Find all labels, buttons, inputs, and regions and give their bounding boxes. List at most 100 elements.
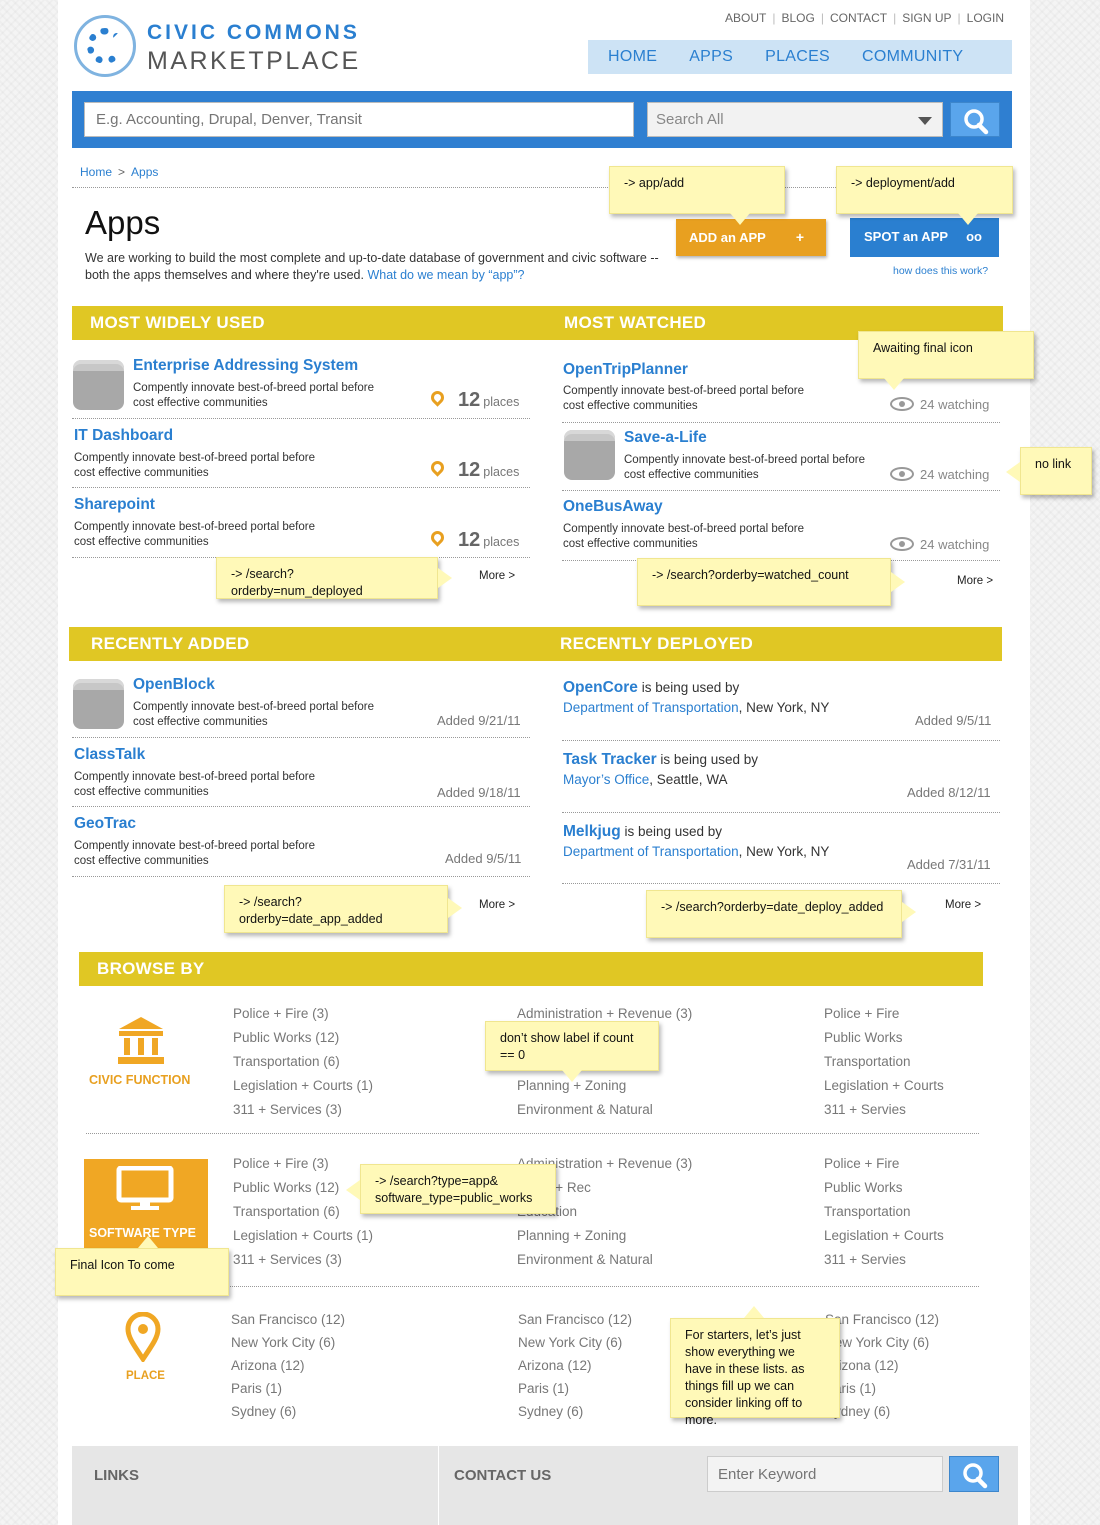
browse-link[interactable]: Sydney (6) [518, 1400, 632, 1423]
note-arrow [891, 572, 905, 592]
most-used-title[interactable]: IT Dashboard [74, 427, 173, 445]
recently-added-title[interactable]: GeoTrac [74, 815, 136, 833]
most-watched-title[interactable]: OneBusAway [563, 498, 663, 516]
logo-icon[interactable] [74, 15, 136, 77]
browse-link[interactable]: Transportation [824, 1050, 944, 1074]
most-used-title[interactable]: Enterprise Addressing System [133, 357, 358, 375]
browse-link[interactable]: Environment & Natural [517, 1098, 692, 1122]
most-watched-title[interactable]: OpenTripPlanner [563, 361, 688, 379]
browse-link[interactable]: Legislation + Courts [824, 1074, 944, 1098]
deployment-verb: is being used by [660, 752, 758, 767]
recently-added-more-link[interactable]: More > [479, 899, 515, 911]
browse-link[interactable]: Police + Fire (3) [233, 1152, 373, 1176]
most-used-title[interactable]: Sharepoint [74, 496, 155, 514]
browse-link[interactable]: Legislation + Courts (1) [233, 1224, 373, 1248]
browse-link[interactable]: Transportation (6) [233, 1200, 373, 1224]
nav-home[interactable]: HOME [608, 48, 657, 66]
search-button[interactable] [950, 102, 1000, 137]
browse-link[interactable]: Arizona (12) [518, 1354, 632, 1377]
recently-deployed-more-link[interactable]: More > [945, 899, 981, 911]
browse-link[interactable]: San Francisco (12) [518, 1308, 632, 1331]
browse-link[interactable]: Public Works [824, 1026, 944, 1050]
logo-title[interactable]: CIVIC COMMONS [147, 21, 360, 45]
browse-link[interactable]: 311 + Servies [824, 1248, 944, 1272]
deployment-location: , New York, NY [738, 700, 830, 715]
browse-link[interactable]: Legislation + Courts [824, 1224, 944, 1248]
add-app-button[interactable]: ADD an APP + [676, 219, 826, 256]
recently-added-title[interactable]: ClassTalk [74, 746, 145, 764]
deployment-app-link[interactable]: Melkjug [563, 823, 621, 840]
app-thumbnail[interactable] [564, 430, 615, 480]
browse-link[interactable]: Paris (1) [231, 1377, 345, 1400]
add-app-label: ADD an APP [689, 230, 766, 245]
note-arrow [902, 902, 916, 922]
location-pin-icon [125, 1312, 161, 1362]
most-watched-title[interactable]: Save-a-Life [624, 429, 707, 447]
deployment-org-link[interactable]: Department of Transportation [563, 844, 739, 859]
recently-added-title[interactable]: OpenBlock [133, 676, 215, 694]
contact-link[interactable]: CONTACT [824, 11, 893, 25]
browse-link[interactable]: Police + Fire (3) [233, 1002, 373, 1026]
browse-link[interactable]: 311 + Services (3) [233, 1248, 373, 1272]
breadcrumb-home[interactable]: Home [80, 165, 112, 179]
added-date: Added 9/18/11 [437, 785, 521, 800]
browse-link[interactable]: Arizona (12) [825, 1354, 939, 1377]
browse-link[interactable]: Sydney (6) [825, 1400, 939, 1423]
browse-link[interactable]: Paris (1) [518, 1377, 632, 1400]
deployment-org-row: Mayor’s Office, Seattle, WA [563, 772, 728, 787]
how-does-this-work-link[interactable]: how does this work? [893, 265, 988, 277]
login-link[interactable]: LOGIN [961, 11, 1010, 25]
footer-search-button[interactable] [949, 1456, 999, 1492]
browse-link[interactable]: Transportation (6) [233, 1050, 373, 1074]
deployment-app-link[interactable]: OpenCore [563, 679, 638, 696]
browse-link[interactable]: 311 + Servies [824, 1098, 944, 1122]
most-used-more-link[interactable]: More > [479, 570, 515, 582]
app-thumbnail[interactable] [73, 360, 124, 410]
note-arrow [1006, 462, 1020, 482]
browse-link[interactable]: New York City (6) [231, 1331, 345, 1354]
page-title: Apps [85, 204, 161, 241]
note-arrow [438, 568, 452, 588]
app-thumbnail[interactable] [73, 679, 124, 729]
watching-count: 24 watching [920, 467, 990, 482]
binoculars-icon: oo [966, 229, 982, 244]
browse-link[interactable]: San Francisco (12) [825, 1308, 939, 1331]
browse-link[interactable]: Police + Fire [824, 1002, 944, 1026]
browse-link[interactable]: Planning + Zoning [517, 1224, 692, 1248]
browse-link[interactable]: Public Works [824, 1176, 944, 1200]
browse-link[interactable]: Planning + Zoning [517, 1074, 692, 1098]
browse-link[interactable]: Environment & Natural [517, 1248, 692, 1272]
nav-places[interactable]: PLACES [765, 48, 830, 66]
note-dont-show-label: don’t show label if count == 0 [485, 1021, 659, 1071]
nav-apps[interactable]: APPS [689, 48, 733, 66]
deployment-app-link[interactable]: Task Tracker [563, 751, 657, 768]
most-watched-desc: Compently innovate best-of-breed portal … [563, 523, 805, 550]
breadcrumb-apps[interactable]: Apps [131, 165, 158, 179]
most-watched-more-link[interactable]: More > [957, 575, 993, 587]
civic-function-label: CIVIC FUNCTION [89, 1073, 191, 1087]
search-input[interactable] [84, 102, 634, 137]
blog-link[interactable]: BLOG [775, 11, 820, 25]
browse-link[interactable]: Sydney (6) [231, 1400, 345, 1423]
about-link[interactable]: ABOUT [719, 11, 772, 25]
footer-keyword-input[interactable] [707, 1456, 943, 1492]
signup-link[interactable]: SIGN UP [896, 11, 957, 25]
browse-link[interactable]: New York City (6) [518, 1331, 632, 1354]
browse-link[interactable]: Legislation + Courts (1) [233, 1074, 373, 1098]
browse-link[interactable]: Police + Fire [824, 1152, 944, 1176]
browse-link[interactable]: Arizona (12) [231, 1354, 345, 1377]
nav-community[interactable]: COMMUNITY [862, 48, 963, 66]
search-scope-select[interactable]: Search All [647, 102, 943, 137]
logo-subtitle[interactable]: MARKETPLACE [147, 47, 361, 76]
browse-link[interactable]: Public Works (12) [233, 1026, 373, 1050]
deployment-org-link[interactable]: Mayor’s Office [563, 772, 649, 787]
browse-link[interactable]: 311 + Services (3) [233, 1098, 373, 1122]
divider [72, 876, 530, 877]
browse-link[interactable]: Paris (1) [825, 1377, 939, 1400]
browse-link[interactable]: Transportation [824, 1200, 944, 1224]
breadcrumb-separator: > [118, 165, 126, 179]
what-is-app-link[interactable]: What do we mean by “app”? [367, 268, 524, 282]
browse-link[interactable]: New York City (6) [825, 1331, 939, 1354]
browse-link[interactable]: San Francisco (12) [231, 1308, 345, 1331]
deployment-org-link[interactable]: Department of Transportation [563, 700, 739, 715]
